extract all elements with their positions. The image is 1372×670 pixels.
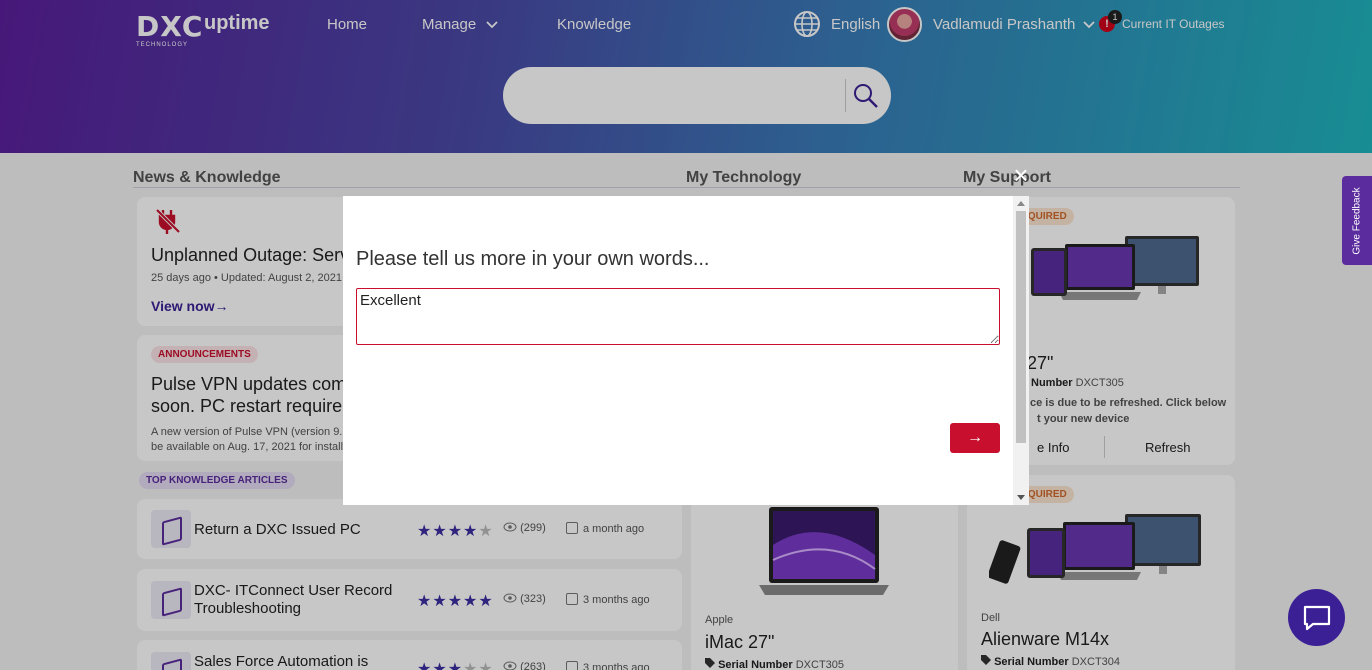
submit-arrow-button[interactable]: → [950,423,1000,453]
scroll-up-arrow-icon[interactable] [1017,201,1025,206]
give-feedback-label: Give Feedback [1351,186,1363,255]
close-icon[interactable]: × [1010,162,1032,188]
scroll-thumb[interactable] [1016,211,1026,443]
chat-icon [1303,605,1331,631]
feedback-modal: Please tell us more in your own words...… [343,196,1029,505]
feedback-textarea[interactable]: Excellent [356,288,1000,345]
feedback-prompt: Please tell us more in your own words... [356,248,710,270]
give-feedback-tab[interactable]: Give Feedback [1342,176,1372,265]
modal-scrollbar[interactable] [1013,196,1029,505]
chat-button[interactable] [1288,589,1345,646]
scroll-down-arrow-icon[interactable] [1017,495,1025,500]
